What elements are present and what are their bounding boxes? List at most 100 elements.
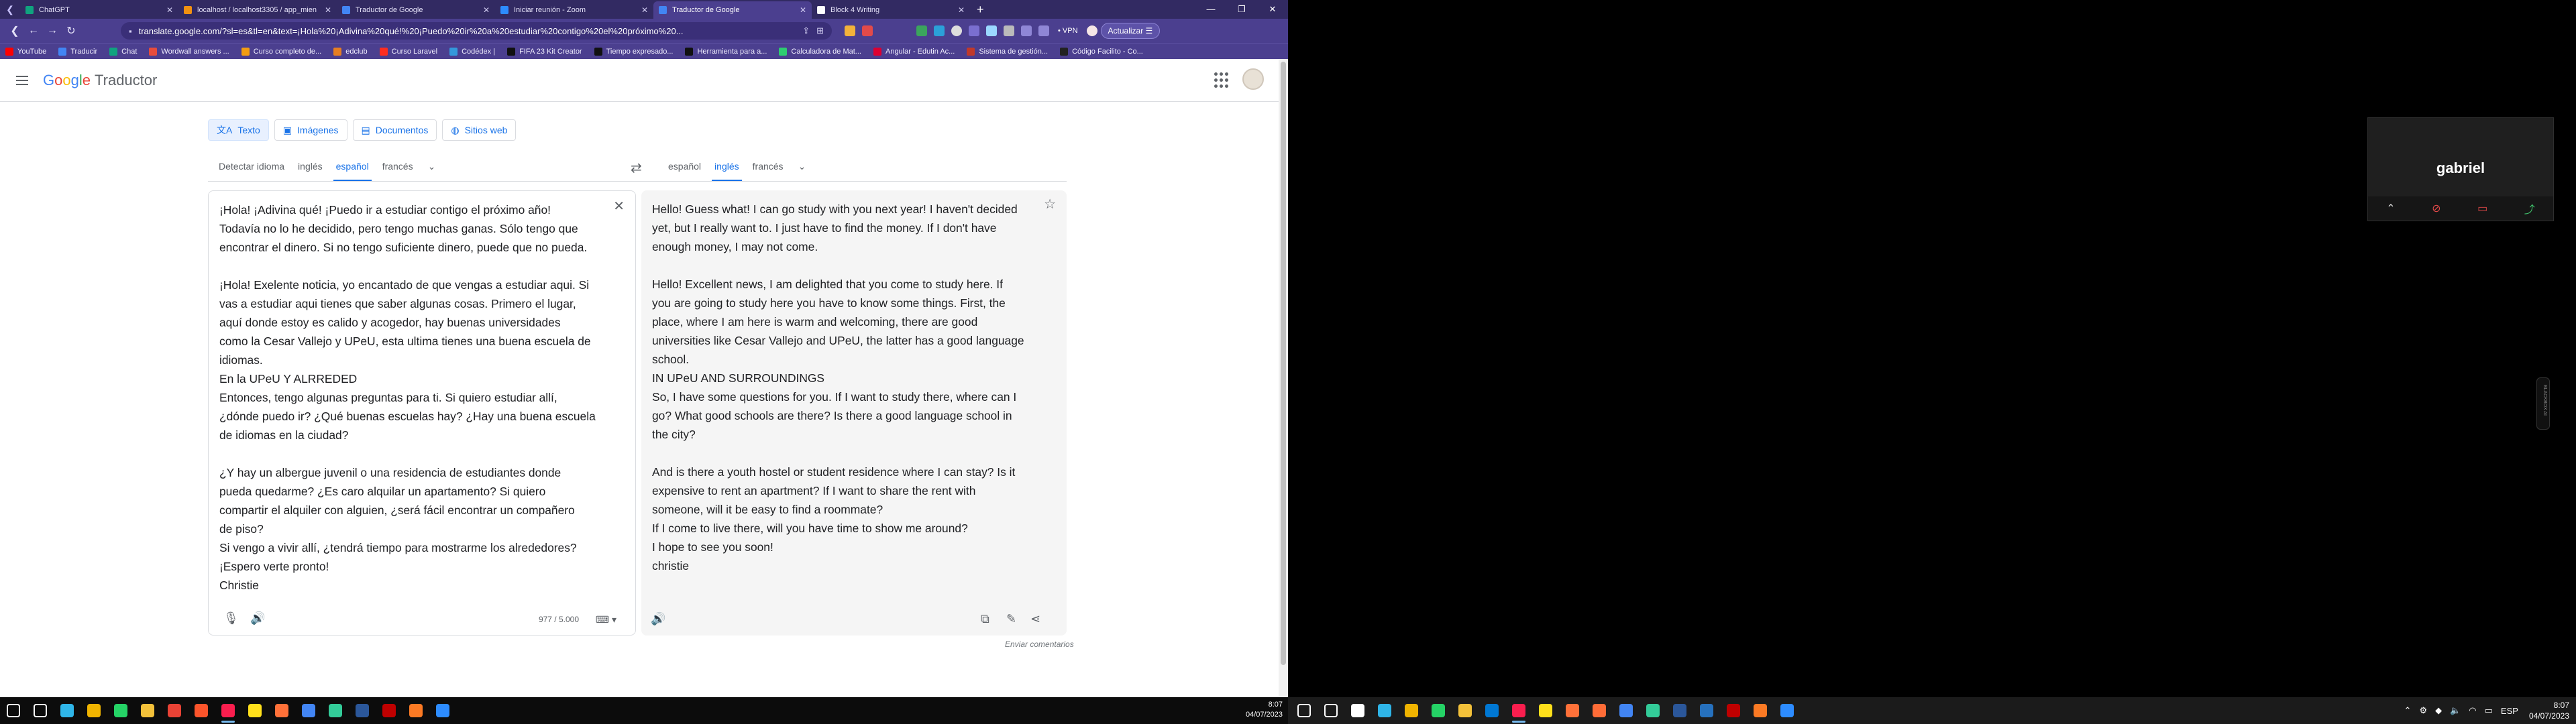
extension-icon[interactable] bbox=[916, 25, 927, 36]
bookmark-item[interactable]: Wordwall answers ... bbox=[149, 47, 229, 56]
wifi-icon[interactable]: ◠ bbox=[2469, 705, 2476, 716]
scrollbar-thumb[interactable] bbox=[1281, 62, 1286, 665]
norton-icon[interactable] bbox=[1532, 697, 1559, 724]
bookmark-item[interactable]: Código Facilito - Co... bbox=[1060, 47, 1143, 56]
bookmark-item[interactable]: Codédex | bbox=[449, 47, 495, 56]
extension-icon[interactable] bbox=[862, 25, 873, 36]
browser-tab[interactable]: ChatGPT ✕ bbox=[20, 1, 178, 19]
bookmark-item[interactable]: Chat bbox=[109, 47, 137, 56]
zoom-participant-tile[interactable]: gabriel gabriel ⌃ ⊘ ▭ ⤴ bbox=[2367, 117, 2554, 221]
mode-websites-button[interactable]: ◍ Sitios web bbox=[442, 119, 517, 141]
opera-gx-icon[interactable] bbox=[1505, 697, 1532, 724]
target-lang-english[interactable]: inglés bbox=[708, 152, 746, 181]
address-bar[interactable]: ▪ translate.google.com/?sl=es&tl=en&text… bbox=[121, 22, 832, 40]
reload-icon[interactable]: ↻ bbox=[62, 24, 80, 38]
bookmark-item[interactable]: Curso completo de... bbox=[241, 47, 321, 56]
word-icon[interactable] bbox=[1666, 697, 1693, 724]
search-icon[interactable] bbox=[1318, 697, 1344, 724]
source-lang-english[interactable]: inglés bbox=[291, 152, 329, 181]
bookmark-item[interactable]: edclub bbox=[333, 47, 368, 56]
folder-icon[interactable] bbox=[1452, 697, 1479, 724]
extension-icon[interactable] bbox=[969, 25, 979, 36]
source-lang-french[interactable]: francés bbox=[376, 152, 420, 181]
chevron-up-icon[interactable]: ⌃ bbox=[2404, 705, 2412, 716]
postman-icon[interactable] bbox=[1586, 697, 1613, 724]
minimize-icon[interactable]: — bbox=[1195, 0, 1226, 19]
terminal-icon[interactable] bbox=[1640, 697, 1666, 724]
windows-start-icon[interactable] bbox=[0, 697, 27, 724]
vpn-badge[interactable]: • VPN bbox=[1058, 27, 1078, 35]
extension-icon[interactable] bbox=[845, 25, 855, 36]
puzzle-icon[interactable] bbox=[1004, 25, 1014, 36]
bookmark-item[interactable]: FIFA 23 Kit Creator bbox=[507, 47, 582, 56]
save-translation-star-icon[interactable]: ☆ bbox=[1044, 196, 1056, 213]
bookmark-item[interactable]: Sistema de gestión... bbox=[967, 47, 1048, 56]
rate-translation-icon[interactable]: ✎ bbox=[1006, 612, 1016, 626]
search-icon[interactable] bbox=[27, 697, 54, 724]
taskbar-clock[interactable]: 8:07 04/07/2023 bbox=[1246, 700, 1283, 720]
chrome-beta-icon[interactable] bbox=[295, 697, 322, 724]
video-off-icon[interactable]: ▭ bbox=[2477, 202, 2487, 215]
close-tab-icon[interactable]: ✕ bbox=[958, 5, 965, 15]
whatsapp-icon[interactable] bbox=[1425, 697, 1452, 724]
bing-icon[interactable] bbox=[1371, 697, 1398, 724]
language-indicator[interactable]: ESP bbox=[2501, 706, 2518, 716]
vscode-icon[interactable] bbox=[1479, 697, 1505, 724]
forward-icon[interactable]: → bbox=[43, 25, 62, 37]
profile-icon[interactable] bbox=[1086, 25, 1097, 36]
target-lang-spanish[interactable]: español bbox=[661, 152, 708, 181]
close-tab-icon[interactable]: ✕ bbox=[800, 5, 806, 15]
send-feedback-link[interactable]: Enviar comentarios bbox=[1005, 640, 1074, 649]
close-tab-icon[interactable]: ✕ bbox=[641, 5, 648, 15]
wallet-icon[interactable] bbox=[1038, 25, 1049, 36]
microphone-icon[interactable]: 🎙 bbox=[223, 611, 239, 625]
bing-icon[interactable] bbox=[54, 697, 80, 724]
chevron-down-icon[interactable]: ⌄ bbox=[428, 161, 436, 172]
share-translation-icon[interactable]: ⋖ bbox=[1030, 612, 1040, 626]
mode-images-button[interactable]: ▣ Imágenes bbox=[274, 119, 347, 141]
bookmark-item[interactable]: Calculadora de Mat... bbox=[779, 47, 861, 56]
sidebar-toggle-icon[interactable]: ❮ bbox=[5, 24, 24, 38]
google-apps-icon[interactable] bbox=[1214, 72, 1230, 88]
browser-menu-icon[interactable]: ❮ bbox=[0, 4, 20, 15]
bookmark-item[interactable]: Tiempo expresado... bbox=[594, 47, 673, 56]
dropbox-icon[interactable]: ◆ bbox=[2435, 705, 2442, 716]
close-tab-icon[interactable]: ✕ bbox=[325, 5, 331, 15]
xampp-icon[interactable] bbox=[1747, 697, 1774, 724]
update-button[interactable]: Actualizar ☰ bbox=[1100, 23, 1161, 39]
xampp-icon[interactable] bbox=[402, 697, 429, 724]
extension-icon[interactable] bbox=[934, 25, 945, 36]
norton-icon[interactable] bbox=[241, 697, 268, 724]
swap-languages-icon[interactable]: ⇄ bbox=[631, 160, 642, 176]
translate-page-icon[interactable]: ⊞ bbox=[816, 25, 824, 36]
brave-icon[interactable] bbox=[188, 697, 215, 724]
filezilla-icon[interactable] bbox=[376, 697, 402, 724]
mode-documents-button[interactable]: ▤ Documentos bbox=[352, 119, 437, 141]
bookmark-item[interactable]: Herramienta para a... bbox=[685, 47, 767, 56]
browser-tab[interactable]: Block 4 Writing ✕ bbox=[812, 1, 970, 19]
main-menu-icon[interactable] bbox=[16, 72, 32, 88]
source-lang-spanish[interactable]: español bbox=[329, 152, 376, 181]
clear-text-icon[interactable]: ✕ bbox=[613, 198, 625, 215]
chevron-down-icon[interactable]: ⌄ bbox=[798, 161, 806, 172]
file-icon[interactable] bbox=[1398, 697, 1425, 724]
terminal-icon[interactable] bbox=[322, 697, 349, 724]
bookmark-item[interactable]: Traducir bbox=[58, 47, 97, 56]
mic-muted-icon[interactable]: ⊘ bbox=[2432, 202, 2440, 215]
volume-icon[interactable]: 🔈 bbox=[2450, 705, 2461, 716]
account-avatar[interactable] bbox=[1242, 68, 1264, 90]
share-icon[interactable]: ⇪ bbox=[802, 25, 810, 36]
firefox-icon[interactable] bbox=[1559, 697, 1586, 724]
powershell-icon[interactable] bbox=[1693, 697, 1720, 724]
chrome-beta-icon[interactable] bbox=[1613, 697, 1640, 724]
close-tab-icon[interactable]: ✕ bbox=[483, 5, 490, 15]
bookmark-page-icon[interactable]: ▪ bbox=[129, 26, 132, 36]
new-tab-button[interactable]: + bbox=[977, 3, 984, 17]
filezilla-icon[interactable] bbox=[1720, 697, 1747, 724]
listen-source-icon[interactable]: 🔊 bbox=[250, 611, 265, 625]
word-icon[interactable] bbox=[349, 697, 376, 724]
bookmark-item[interactable]: Curso Laravel bbox=[379, 47, 437, 56]
extension-icon[interactable] bbox=[951, 25, 962, 36]
browser-tab[interactable]: Iniciar reunión - Zoom ✕ bbox=[495, 1, 653, 19]
bookmark-item[interactable]: Angular - Edutin Ac... bbox=[873, 47, 955, 56]
